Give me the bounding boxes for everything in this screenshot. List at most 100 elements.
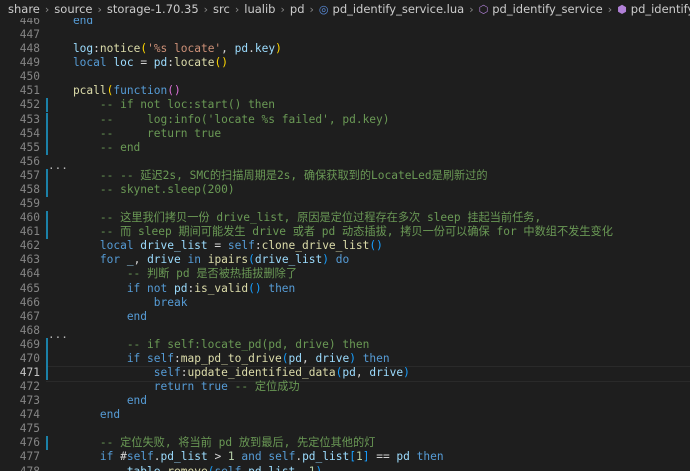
code-line[interactable]: 453 -- log:info('locate %s failed', pd.k… [0,112,690,127]
code-line[interactable]: 452 -- if not loc:start() then [0,98,690,113]
line-number: 476 [19,436,40,450]
line-number: 465 [19,281,40,295]
code-token: self [147,351,174,365]
code-token: for [46,253,127,267]
code-line[interactable]: 469 -- if self:locate_pd(pd, drive) then [0,337,690,352]
code-line[interactable]: 472 return true -- 定位成功 [0,380,690,394]
breadcrumb-item[interactable]: src [213,2,230,16]
code-line[interactable]: 464 -- 判断 pd 是否被热插拔删除了 [0,267,690,281]
code-token: pd_list [248,465,295,471]
code-line[interactable]: 462 local drive_list = self:clone_drive_… [0,239,690,253]
code-token: drive_list [140,239,208,253]
code-line[interactable]: 475 [0,422,690,436]
code-token: log [46,42,94,56]
line-number: 478 [0,465,40,471]
line-number: 452 [19,98,40,112]
line-number: 455 [19,140,40,154]
code-line[interactable]: 451 pcall(function() [0,84,690,98]
code-token: ) [403,366,410,379]
code-line[interactable]: 478 table.remove(self.pd_list, 1) [0,465,690,471]
code-line[interactable]: 473 end [0,394,690,408]
code-token: ) [316,465,323,471]
code-token: self [46,366,181,379]
code-token: table [46,465,161,471]
code-token: () [248,281,262,295]
code-token: self [227,239,255,253]
code-token: -- 这里我们拷贝一份 drive_list, 原因是定位过程存在多次 slee… [46,211,542,225]
code-line[interactable]: 448 log:notice('%s locate', pd.key) [0,42,690,56]
code-line[interactable]: 476 -- 定位失败, 将当前 pd 放到最后, 先定位其他的灯 [0,436,690,451]
code-line[interactable]: 460 -- 这里我们拷贝一份 drive_list, 原因是定位过程存在多次 … [0,211,690,226]
code-line[interactable]: 458 -- skynet.sleep(200) [0,182,690,197]
breadcrumb-item[interactable]: share [8,2,40,16]
code-line[interactable]: 447 [0,28,690,42]
line-number: 464 [19,267,40,281]
code-token: , [133,253,148,267]
code-editor[interactable]: 446 end 447 448 log:notice('%s locate', pd… [0,18,690,471]
breadcrumb-item-label: src [213,2,230,16]
line-number: 450 [19,70,40,84]
code-line[interactable]: 454 -- return true [0,126,690,141]
code-text: end [46,394,147,408]
code-text: end [46,18,93,28]
code-token: -- return true [46,126,222,140]
line-number: 463 [19,253,40,267]
code-line[interactable]: 468... [0,324,690,340]
breadcrumb-item[interactable]: ◎ pd_identify_service.lua [319,2,464,16]
line-number: 469 [19,337,40,351]
code-token: do [328,253,350,267]
code-token: pd [153,56,168,70]
code-text: -- return true [46,127,221,141]
code-line[interactable]: 456... [0,155,690,171]
line-number: 461 [19,225,40,239]
breadcrumb-chevron-icon: › [607,2,613,16]
code-token: then [261,281,296,295]
code-line[interactable]: 461 -- 而 sleep 期间可能发生 drive 或者 pd 动态插拔, … [0,225,690,240]
code-line[interactable]: 457 -- -- 延迟2s, SMC的扫描周期是2s, 确保获取到的Locat… [0,168,690,183]
code-line[interactable]: 467 end [0,310,690,324]
code-text: -- 这里我们拷贝一份 drive_list, 原因是定位过程存在多次 slee… [46,211,541,225]
code-token: : [174,351,181,365]
code-line[interactable]: 477 if #self.pd_list > 1 and self.pd_lis… [0,450,690,464]
code-line[interactable]: 471 self:update_identified_data(pd, driv… [0,366,690,382]
breadcrumb-item-label: source [54,2,93,16]
code-token: drive [369,366,404,379]
code-token: local [46,56,114,70]
breadcrumb-item[interactable]: pd [290,2,305,16]
code-token: ) [322,253,329,267]
code-line[interactable]: 474 end [0,408,690,422]
code-line[interactable]: 463 for _, drive in ipairs(drive_list) d… [0,253,690,267]
breadcrumb-item[interactable]: ⬢pd_identify_service:identify_task [617,2,690,16]
code-token: , [355,366,370,379]
code-line[interactable]: 455 -- end [0,140,690,155]
code-text: break [46,296,188,310]
code-token: in [180,253,208,267]
code-token: local [46,239,141,253]
breadcrumb-item[interactable]: lualib [244,2,275,16]
code-token: then [409,450,444,464]
line-number: 458 [19,182,40,196]
code-line[interactable]: 466 break [0,296,690,310]
breadcrumb-item[interactable]: source [54,2,92,16]
code-text: -- if not loc:start() then [46,98,275,112]
breadcrumb-item[interactable]: ⬡ pd_identify_service [479,2,603,16]
code-token: -- 定位失败, 将当前 pd 放到最后, 先定位其他的灯 [46,436,376,450]
line-number: 473 [19,394,40,408]
breadcrumb: share › source › storage-1.70.35 › src › lualib ›… [0,0,690,18]
code-line[interactable]: 459 [0,197,690,211]
code-token: end [46,394,148,408]
code-token: if not [46,281,174,295]
code-token: drive [147,253,181,267]
breadcrumb-item[interactable]: storage-1.70.35 [107,2,199,16]
code-token: and [234,450,269,464]
code-line[interactable]: 450 [0,70,690,84]
code-line[interactable]: 446 end [0,18,690,28]
code-text: if self:map_pd_to_drive(pd, drive) then [46,352,390,366]
code-line[interactable]: 449 local loc = pd:locate() [0,56,690,70]
code-line[interactable]: 470 if self:map_pd_to_drive(pd, drive) t… [0,351,690,366]
lua-file-icon: ◎ [318,3,329,16]
code-line[interactable]: 465 if not pd:is_valid() then [0,282,690,296]
code-text: self:update_identified_data(pd, drive) [46,366,410,380]
code-token: '%s locate' [147,42,222,56]
code-token: pd_list [160,450,208,464]
